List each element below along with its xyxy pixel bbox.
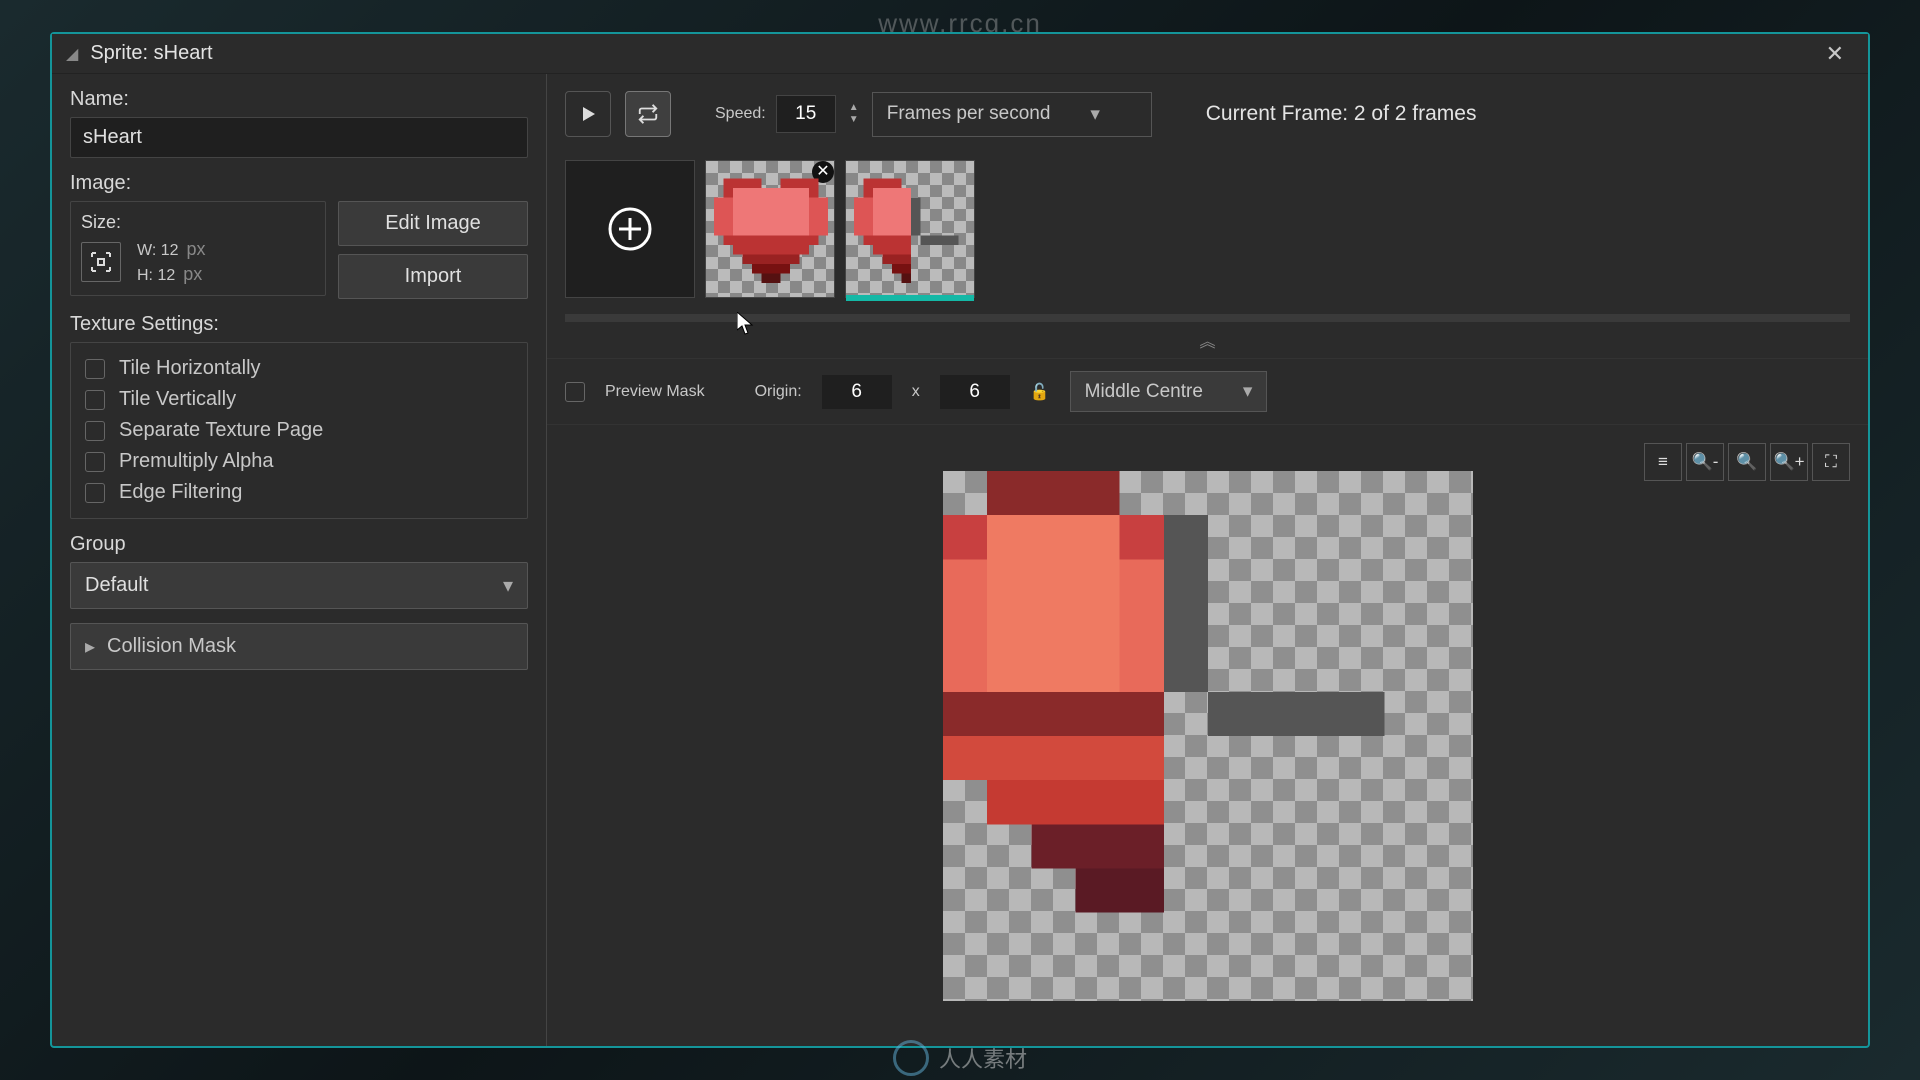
origin-label: Origin: bbox=[755, 383, 802, 401]
separate-texture-page-checkbox[interactable] bbox=[85, 421, 105, 441]
name-input[interactable] bbox=[70, 117, 528, 158]
collapse-icon[interactable]: ◢ bbox=[66, 44, 78, 64]
speed-unit-value: Frames per second bbox=[887, 103, 1051, 125]
resize-icon[interactable] bbox=[81, 242, 121, 282]
import-button[interactable]: Import bbox=[338, 254, 528, 299]
tile-vertically-label: Tile Vertically bbox=[119, 388, 236, 411]
origin-x-input[interactable] bbox=[822, 375, 892, 409]
height-unit: px bbox=[183, 264, 202, 285]
origin-bar: Preview Mask Origin: x 🔓 Middle Centre ▾ bbox=[547, 358, 1868, 425]
preview-mask-checkbox[interactable] bbox=[565, 382, 585, 402]
heart-half-icon bbox=[854, 169, 968, 283]
size-label: Size: bbox=[81, 212, 315, 233]
chevron-right-icon: ▸ bbox=[85, 634, 95, 659]
group-label: Group bbox=[70, 533, 528, 556]
current-frame-text: Current Frame: 2 of 2 frames bbox=[1206, 102, 1477, 126]
timeline-track[interactable] bbox=[565, 314, 1850, 322]
origin-anchor-value: Middle Centre bbox=[1085, 381, 1203, 403]
group-dropdown[interactable]: Default ▾ bbox=[70, 562, 528, 609]
origin-y-input[interactable] bbox=[940, 375, 1010, 409]
origin-anchor-dropdown[interactable]: Middle Centre ▾ bbox=[1070, 371, 1268, 412]
collision-mask-label: Collision Mask bbox=[107, 635, 236, 658]
add-frame-button[interactable] bbox=[565, 160, 695, 298]
height-label: H: bbox=[137, 267, 153, 285]
frame-thumb-2[interactable] bbox=[845, 160, 975, 298]
chevron-down-icon: ▾ bbox=[1090, 103, 1100, 126]
height-value: 12 bbox=[157, 267, 175, 285]
main-panel: Speed: ▲ ▼ Frames per second ▾ Current F… bbox=[547, 74, 1868, 1046]
zoom-in-button[interactable]: 🔍+ bbox=[1770, 443, 1808, 481]
origin-separator: x bbox=[912, 383, 920, 401]
edge-filtering-label: Edge Filtering bbox=[119, 481, 242, 504]
titlebar: ◢ Sprite: sHeart ✕ bbox=[52, 34, 1868, 74]
zoom-reset-button[interactable]: 🔍 bbox=[1728, 443, 1766, 481]
canvas-area: ≡ 🔍- 🔍 🔍+ ⛶ bbox=[547, 425, 1868, 1046]
sprite-canvas[interactable] bbox=[943, 471, 1473, 1001]
chevron-down-icon: ▾ bbox=[1243, 380, 1253, 403]
loop-button[interactable] bbox=[625, 91, 671, 137]
tile-horizontally-checkbox[interactable] bbox=[85, 359, 105, 379]
name-label: Name: bbox=[70, 88, 528, 111]
edge-filtering-checkbox[interactable] bbox=[85, 483, 105, 503]
width-value: 12 bbox=[161, 242, 179, 260]
premultiply-alpha-label: Premultiply Alpha bbox=[119, 450, 274, 473]
premultiply-alpha-checkbox[interactable] bbox=[85, 452, 105, 472]
playback-toolbar: Speed: ▲ ▼ Frames per second ▾ Current F… bbox=[547, 74, 1868, 154]
frame-thumb-1[interactable]: ✕ bbox=[705, 160, 835, 298]
grid-toggle-button[interactable]: ≡ bbox=[1644, 443, 1682, 481]
play-button[interactable] bbox=[565, 91, 611, 137]
collision-mask-header[interactable]: ▸ Collision Mask bbox=[70, 623, 528, 670]
heart-half-sprite bbox=[943, 471, 1473, 1001]
sprite-editor-window: ◢ Sprite: sHeart ✕ Name: Image: Size: bbox=[50, 32, 1870, 1048]
tile-horizontally-label: Tile Horizontally bbox=[119, 357, 261, 380]
zoom-tools: ≡ 🔍- 🔍 🔍+ ⛶ bbox=[1644, 443, 1850, 481]
chevron-down-icon: ▾ bbox=[503, 573, 513, 598]
group-dropdown-value: Default bbox=[85, 574, 148, 597]
window-title: Sprite: sHeart bbox=[90, 42, 212, 65]
preview-mask-label: Preview Mask bbox=[605, 383, 705, 401]
speed-input[interactable] bbox=[776, 95, 836, 133]
texture-settings-label: Texture Settings: bbox=[70, 313, 528, 336]
expand-timeline-button[interactable]: ︽ bbox=[547, 322, 1868, 358]
lock-icon[interactable]: 🔓 bbox=[1030, 382, 1050, 402]
fullscreen-button[interactable]: ⛶ bbox=[1812, 443, 1850, 481]
frames-strip: ✕ bbox=[547, 154, 1868, 314]
width-label: W: bbox=[137, 242, 156, 260]
zoom-out-button[interactable]: 🔍- bbox=[1686, 443, 1724, 481]
width-unit: px bbox=[187, 239, 206, 260]
image-label: Image: bbox=[70, 172, 528, 195]
tile-vertically-checkbox[interactable] bbox=[85, 390, 105, 410]
speed-unit-dropdown[interactable]: Frames per second ▾ bbox=[872, 92, 1152, 137]
speed-stepper-down[interactable]: ▼ bbox=[846, 114, 862, 126]
properties-sidebar: Name: Image: Size: bbox=[52, 74, 547, 1046]
speed-label: Speed: bbox=[715, 105, 766, 123]
heart-full-icon bbox=[714, 169, 828, 283]
speed-stepper-up[interactable]: ▲ bbox=[846, 102, 862, 114]
separate-texture-page-label: Separate Texture Page bbox=[119, 419, 323, 442]
edit-image-button[interactable]: Edit Image bbox=[338, 201, 528, 246]
close-button[interactable]: ✕ bbox=[1816, 37, 1854, 71]
